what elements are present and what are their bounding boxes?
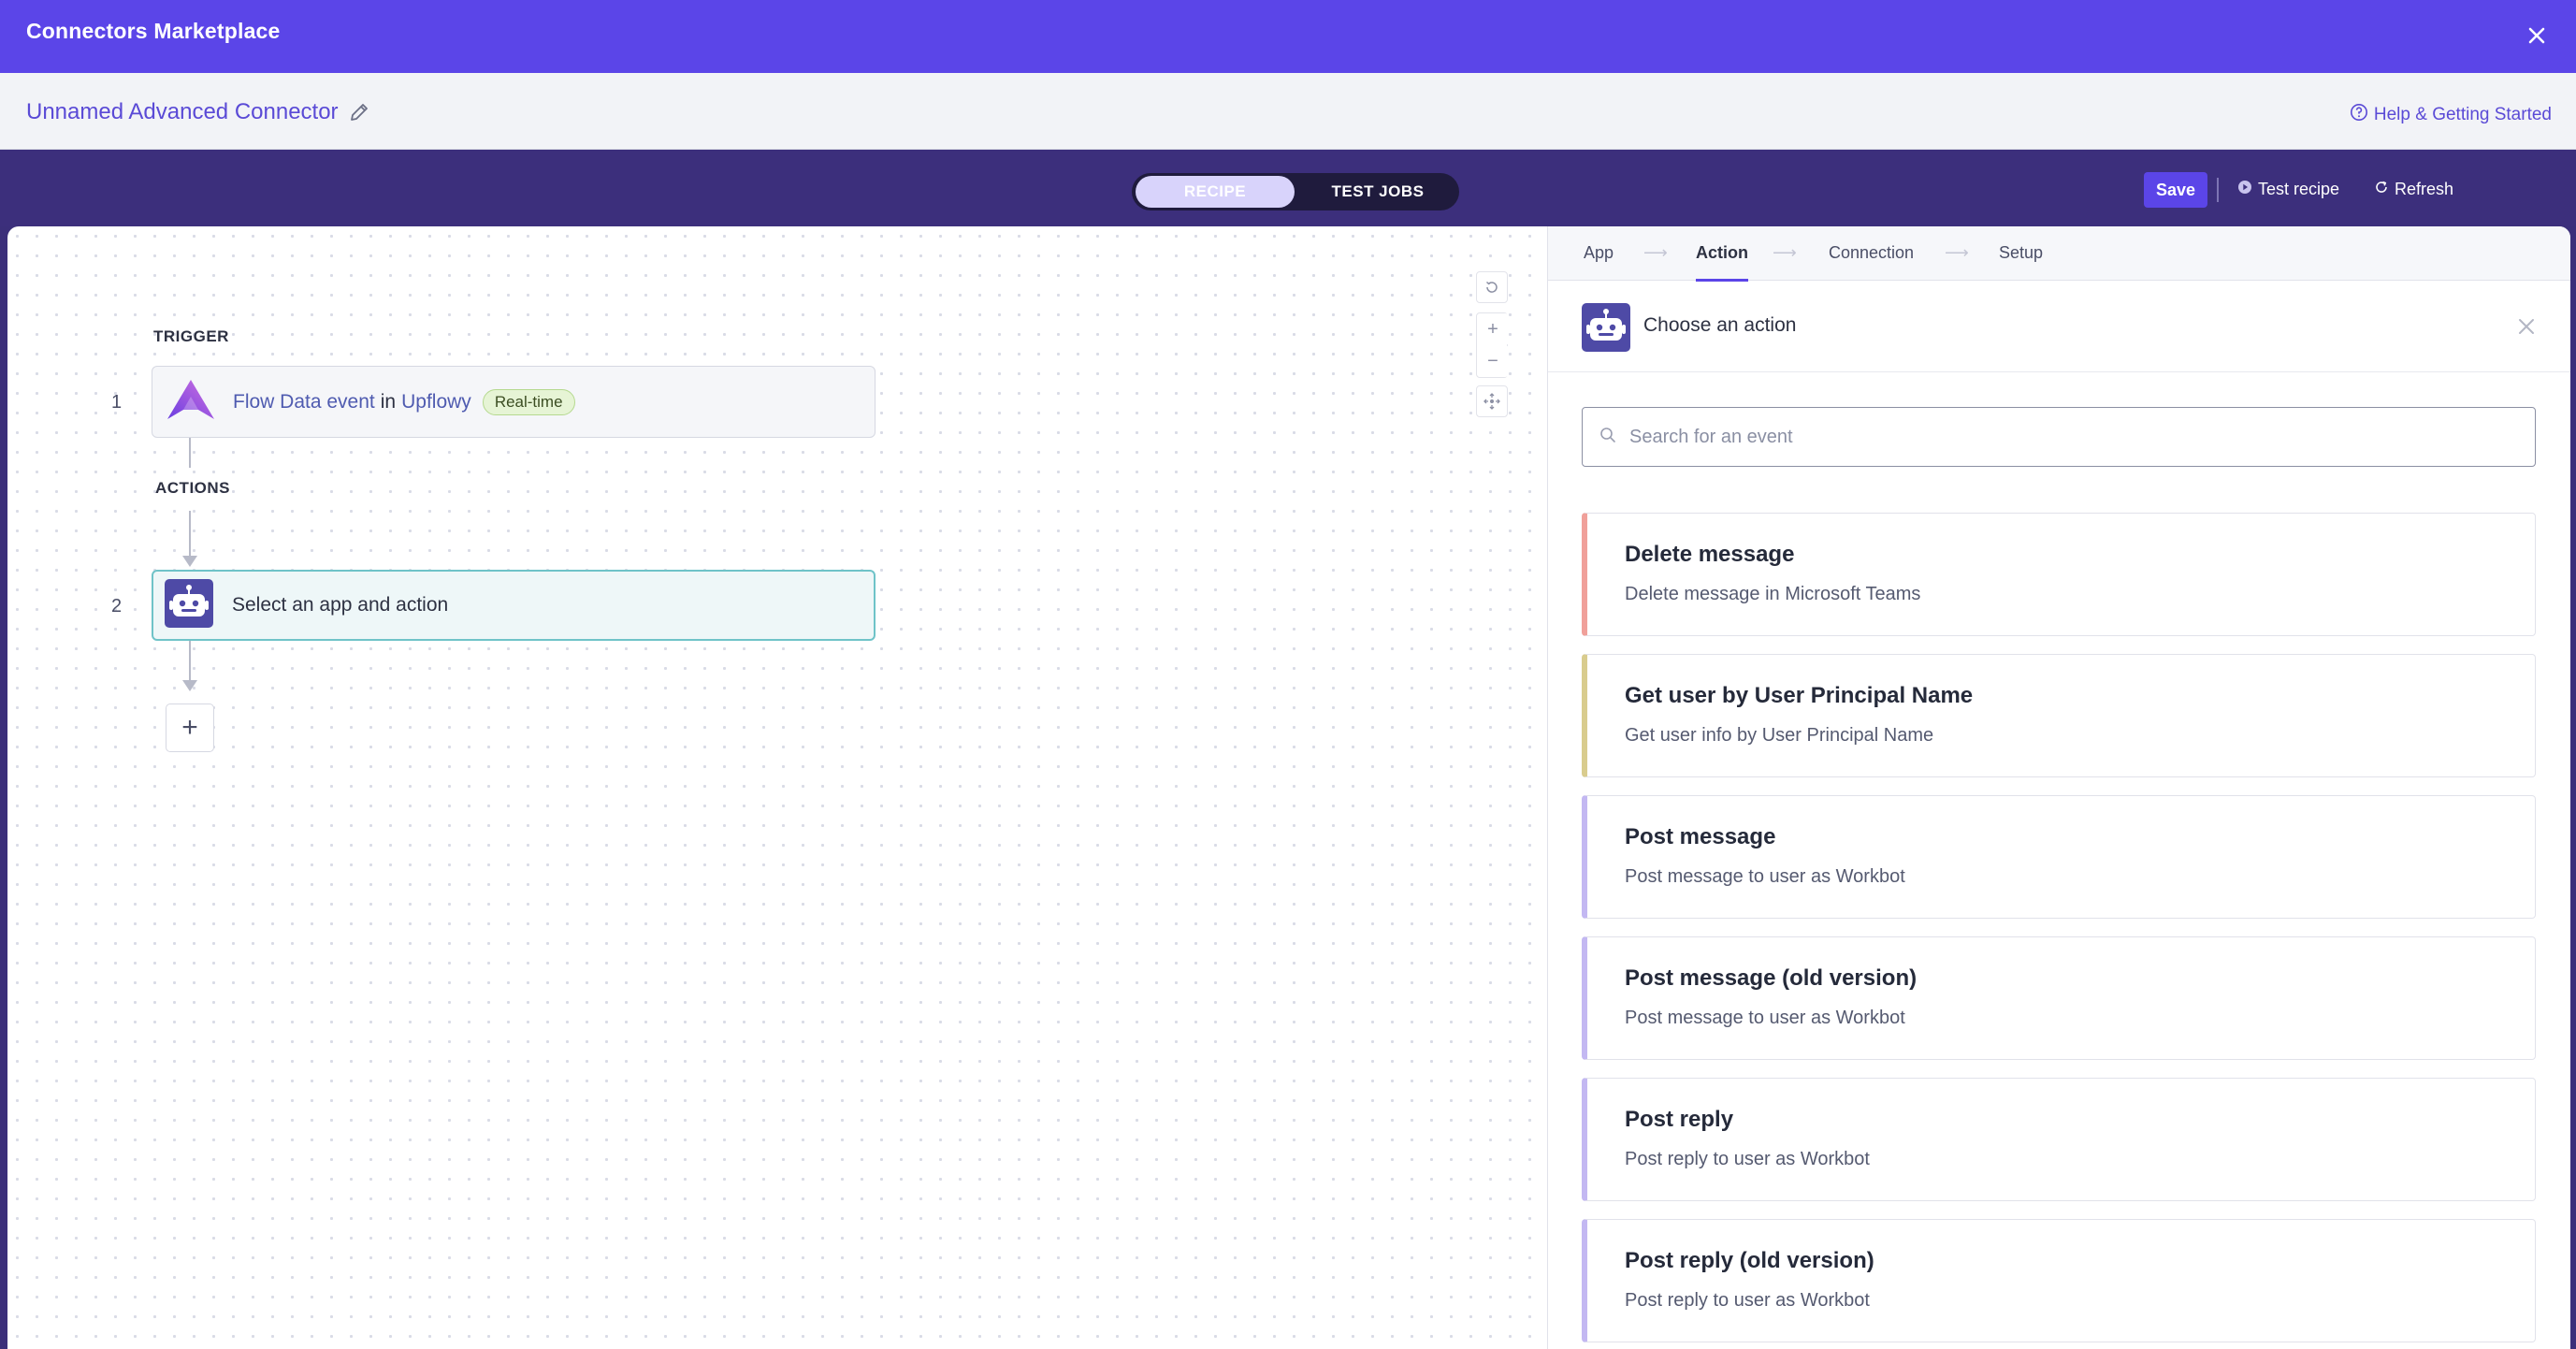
help-circle-icon — [2350, 103, 2368, 127]
search-input[interactable] — [1628, 425, 2469, 449]
refresh-button[interactable]: Refresh — [2374, 180, 2453, 199]
action-card-title: Post reply — [1625, 1107, 1734, 1132]
reset-icon[interactable] — [1476, 271, 1508, 303]
action-card-description: Post message to user as Workbot — [1625, 866, 1905, 887]
connector-line — [189, 641, 191, 680]
wizard-steps: App ⟶ Action ⟶ Connection ⟶ Setup — [1548, 226, 2570, 282]
action-card[interactable]: Post message Post message to user as Work… — [1582, 795, 2536, 919]
connector-name[interactable]: Unnamed Advanced Connector — [26, 99, 339, 125]
wizard-step-action[interactable]: Action — [1696, 243, 1748, 282]
zoom-in-icon[interactable]: + — [1477, 313, 1509, 345]
refresh-label: Refresh — [2395, 180, 2454, 198]
choose-action-header: Choose an action — [1548, 281, 2570, 372]
action-step-label: Select an app and action — [232, 594, 449, 616]
arrow-right-icon: ⟶ — [1773, 243, 1797, 262]
save-button[interactable]: Save — [2144, 172, 2207, 208]
view-toggle: RECIPE TEST JOBS — [1132, 173, 1459, 210]
realtime-badge: Real-time — [482, 388, 575, 415]
actions-heading: ACTIONS — [155, 479, 230, 497]
action-card[interactable]: Post reply (old version) Post reply to us… — [1582, 1219, 2536, 1342]
connector-line — [189, 511, 191, 556]
action-card-description: Post reply to user as Workbot — [1625, 1290, 1870, 1311]
arrow-right-icon: ⟶ — [1945, 243, 1969, 262]
trigger-in-text: in — [380, 390, 397, 413]
choose-action-title: Choose an action — [1643, 314, 1797, 336]
zoom-controls: + − — [1476, 271, 1509, 423]
refresh-icon — [2374, 180, 2389, 199]
action-card-title: Delete message — [1625, 542, 1795, 567]
event-search — [1582, 407, 2536, 467]
action-card-description: Get user info by User Principal Name — [1625, 725, 1934, 746]
action-card[interactable]: Get user by User Principal Name Get user … — [1582, 654, 2536, 777]
step-number: 1 — [111, 392, 123, 413]
trigger-app-link[interactable]: Upflowy — [401, 391, 471, 413]
app-title: Connectors Marketplace — [26, 19, 281, 43]
action-card[interactable]: Delete message Delete message in Microsof… — [1582, 513, 2536, 636]
step-number: 2 — [111, 596, 123, 616]
zoom-group: + − — [1476, 312, 1509, 378]
test-recipe-label: Test recipe — [2258, 180, 2340, 198]
wizard-step-app[interactable]: App — [1584, 243, 1614, 263]
tab-recipe[interactable]: RECIPE — [1136, 176, 1295, 208]
workbot-icon — [165, 578, 213, 632]
trigger-event-link[interactable]: Flow Data event — [233, 391, 375, 413]
arrow-right-icon: ⟶ — [1643, 243, 1668, 262]
zoom-out-icon[interactable]: − — [1477, 345, 1509, 377]
connector-arrow — [182, 680, 197, 691]
trigger-summary: Flow Data event in Upflowy Real-time — [233, 388, 575, 415]
action-card-description: Post reply to user as Workbot — [1625, 1149, 1870, 1169]
connector-header: Unnamed Advanced Connector Help & Gettin… — [0, 73, 2576, 150]
workbot-icon — [1582, 303, 1630, 352]
action-step[interactable]: Select an app and action — [152, 570, 876, 641]
add-step-button[interactable]: + — [166, 704, 214, 752]
trigger-heading: TRIGGER — [153, 327, 229, 345]
top-bar: Connectors Marketplace — [0, 0, 2576, 73]
action-card-description: Delete message in Microsoft Teams — [1625, 584, 1921, 604]
action-picker-panel: App ⟶ Action ⟶ Connection ⟶ Setup Choose… — [1547, 226, 2570, 1349]
wizard-step-setup[interactable]: Setup — [1999, 243, 2043, 263]
action-card[interactable]: Post reply Post reply to user as Workbot — [1582, 1078, 2536, 1201]
wizard-step-connection[interactable]: Connection — [1829, 243, 1914, 263]
upflowy-logo-icon — [166, 378, 216, 426]
test-recipe-button[interactable]: Test recipe — [2237, 180, 2339, 199]
pencil-icon[interactable] — [348, 101, 370, 123]
tab-test-jobs[interactable]: TEST JOBS — [1300, 176, 1455, 208]
help-label: Help & Getting Started — [2373, 105, 2552, 124]
search-icon — [1599, 427, 1616, 448]
connector-arrow — [182, 556, 197, 567]
fit-icon[interactable] — [1476, 385, 1508, 417]
toolbar-divider — [2217, 178, 2219, 202]
action-card-title: Post message (old version) — [1625, 965, 1918, 991]
action-card-description: Post message to user as Workbot — [1625, 1008, 1905, 1028]
action-card[interactable]: Post message (old version) Post message t… — [1582, 936, 2536, 1060]
action-card-title: Post reply (old version) — [1625, 1248, 1874, 1273]
connector-line — [189, 438, 191, 468]
close-icon[interactable] — [2518, 17, 2555, 54]
action-card-title: Post message — [1625, 824, 1776, 849]
help-link[interactable]: Help & Getting Started — [2350, 103, 2552, 127]
trigger-step[interactable]: Flow Data event in Upflowy Real-time — [152, 366, 876, 438]
recipe-toolbar: RECIPE TEST JOBS Save Test recipe Refres… — [0, 150, 2576, 226]
close-icon[interactable] — [2516, 316, 2537, 337]
action-card-title: Get user by User Principal Name — [1625, 683, 1974, 708]
plus-icon: + — [181, 712, 198, 743]
play-icon — [2237, 180, 2252, 199]
